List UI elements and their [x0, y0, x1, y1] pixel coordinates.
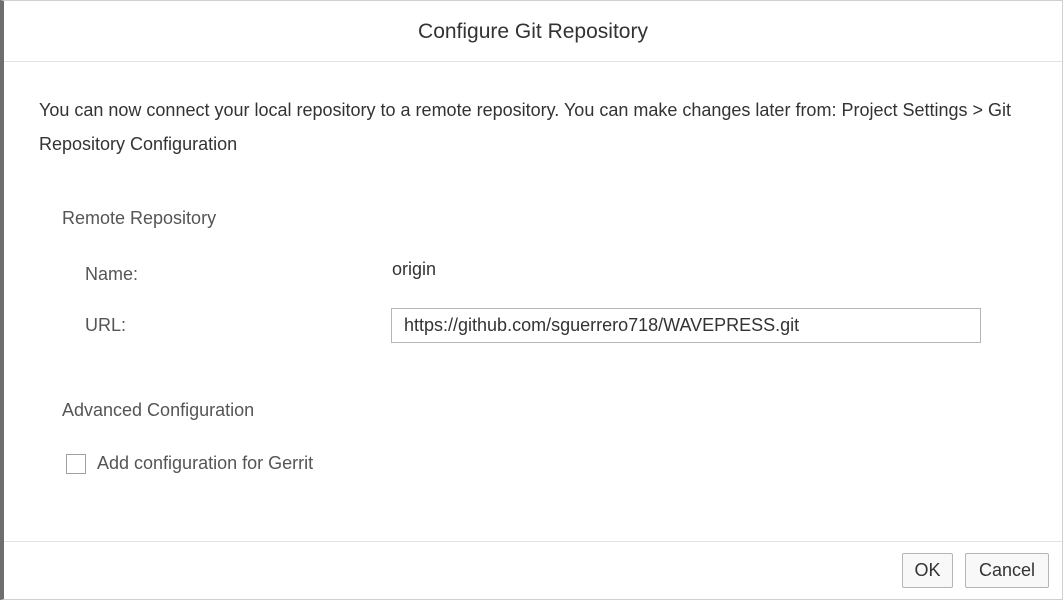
- ok-button[interactable]: OK: [902, 553, 953, 588]
- url-label: URL:: [85, 315, 127, 335]
- name-value: origin: [392, 259, 437, 279]
- dialog-header: Configure Git Repository: [4, 1, 1062, 62]
- dialog-title: Configure Git Repository: [418, 20, 648, 43]
- cancel-button[interactable]: Cancel: [965, 553, 1049, 588]
- advanced-configuration-heading: Advanced Configuration: [62, 400, 255, 420]
- gerrit-checkbox-row[interactable]: Add configuration for Gerrit: [66, 453, 313, 474]
- url-input[interactable]: [391, 308, 981, 343]
- dialog-footer: OK Cancel: [4, 541, 1062, 601]
- gerrit-checkbox-label[interactable]: Add configuration for Gerrit: [97, 453, 313, 474]
- gerrit-checkbox[interactable]: [66, 453, 86, 474]
- remote-repository-heading: Remote Repository: [62, 208, 217, 228]
- intro-text: You can now connect your local repositor…: [39, 100, 1012, 154]
- configure-git-repository-dialog: Configure Git Repository You can now con…: [0, 0, 1063, 600]
- name-label: Name:: [85, 264, 139, 284]
